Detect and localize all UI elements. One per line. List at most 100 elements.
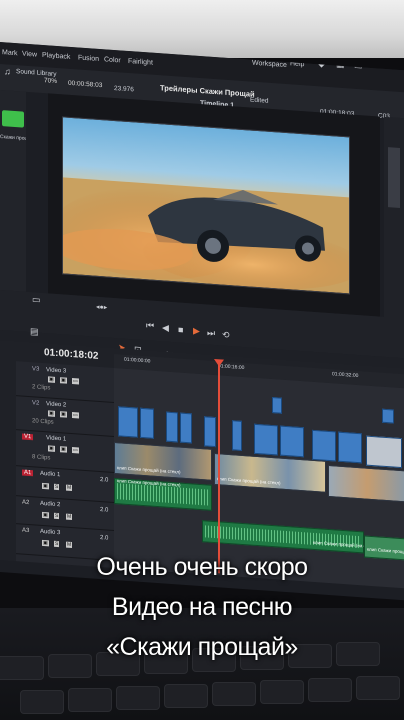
enable-track-icon[interactable]: ▭ — [72, 378, 79, 385]
menu-mark[interactable]: Mark — [2, 49, 18, 57]
menu-fairlight[interactable]: Fairlight — [128, 58, 153, 67]
lock-track-icon[interactable]: ▣ — [48, 376, 55, 383]
edited-label: Edited — [250, 96, 269, 105]
timeline-audio-clip[interactable]: клип Скажи прощай (на стекл) — [114, 477, 212, 511]
menu-fusion[interactable]: Fusion — [78, 54, 99, 62]
sound-library-label[interactable]: Sound Library — [16, 68, 56, 78]
mute-icon[interactable]: M — [66, 541, 73, 549]
playhead[interactable] — [218, 363, 220, 574]
keyboard-key — [308, 678, 352, 702]
menu-playback[interactable]: Playback — [42, 52, 70, 61]
timeline-clip[interactable] — [338, 431, 362, 464]
auto-select-icon[interactable]: ▣ — [60, 446, 67, 453]
keyboard-key — [260, 680, 304, 704]
menu-workspace[interactable]: Workspace — [252, 60, 287, 69]
car-drift-frame — [62, 177, 350, 294]
track-level: 2.0 — [100, 506, 109, 514]
timeline-clip[interactable] — [280, 425, 304, 458]
lock-track-icon[interactable]: ▣ — [42, 511, 49, 519]
keyboard-key — [68, 688, 112, 712]
menu-help[interactable]: Help — [290, 60, 304, 68]
solo-icon[interactable]: S — [54, 483, 60, 491]
play-icon[interactable]: ▶ — [193, 325, 200, 336]
sound-library-icon[interactable]: ♫ — [4, 66, 11, 76]
ruler-mark-0: 01:00:00:00 — [124, 356, 151, 365]
timeline-clip[interactable] — [180, 412, 192, 444]
viewer-size-icon[interactable]: ▭ — [32, 294, 41, 306]
inspector-thumb[interactable] — [388, 147, 400, 208]
app-icon-4[interactable]: ⚙ — [372, 59, 380, 71]
timeline-timecode: 01:00:18:02 — [44, 347, 99, 362]
menu-color[interactable]: Color — [104, 56, 121, 64]
caption-line-3: «Скажи прощай» — [106, 633, 298, 661]
track-id[interactable]: V1 — [22, 433, 34, 441]
media-clip-label: Скажи прощай — [0, 134, 26, 142]
timeline-clip[interactable] — [118, 406, 138, 438]
lock-track-icon[interactable]: ▣ — [48, 445, 55, 452]
keyboard-key — [20, 690, 64, 714]
track-name: Video 2 — [46, 401, 67, 409]
auto-select-icon[interactable]: ▣ — [60, 377, 67, 384]
play-reverse-icon[interactable]: ◀ — [162, 322, 169, 333]
lock-track-icon[interactable]: ▣ — [42, 539, 49, 547]
track-level: 2.0 — [100, 534, 109, 542]
menu-view[interactable]: View — [22, 51, 37, 59]
timeline-clip[interactable] — [312, 429, 336, 462]
track-clip-count: 8 Clips — [32, 454, 51, 462]
source-timecode: 00:00:58:03 — [68, 79, 103, 90]
timeline-view-icon[interactable]: ▤ — [30, 326, 39, 338]
solo-icon[interactable]: S — [54, 512, 60, 520]
app-icon-2[interactable]: ▦ — [336, 58, 345, 70]
track-id: A3 — [22, 527, 30, 535]
timeline-clip[interactable] — [254, 423, 278, 456]
timeline-clip[interactable] — [140, 407, 154, 439]
playhead-handle[interactable] — [214, 358, 224, 367]
timeline-clip[interactable] — [382, 408, 394, 424]
timeline-clip[interactable] — [232, 420, 242, 451]
timeline-clip[interactable] — [204, 416, 216, 448]
app-icon-1[interactable]: ◆ — [318, 58, 325, 69]
track-clip-count: 20 Clips — [32, 418, 54, 426]
skip-forward-icon[interactable]: ⏭ — [207, 327, 215, 339]
timeline-video-clip[interactable]: клип Скажи прощай (на стекл) — [114, 441, 212, 481]
enable-track-icon[interactable]: ▭ — [72, 447, 79, 454]
zoom-level[interactable]: 70% — [44, 77, 57, 85]
track-name: Video 1 — [46, 435, 67, 443]
timeline-clip[interactable] — [166, 411, 178, 443]
clip-label: клип Скажи прощай (на стекл) — [117, 465, 181, 475]
stop-icon[interactable]: ■ — [178, 324, 183, 334]
track-name: Audio 2 — [40, 500, 61, 509]
timeline-clip[interactable] — [272, 397, 282, 414]
track-name: Audio 1 — [40, 470, 61, 479]
loop-icon[interactable]: ⟲ — [222, 330, 230, 342]
solo-icon[interactable]: S — [54, 540, 60, 548]
jog-icon[interactable]: ◂●▸ — [96, 303, 107, 312]
track-level: 2.0 — [100, 476, 109, 484]
timeline-clip[interactable] — [366, 435, 402, 469]
enable-track-icon[interactable]: ▭ — [72, 412, 79, 419]
timeline-area: 01:00:18:02 01:00:00:00 01:00:16:00 01:0… — [0, 340, 404, 589]
ruler-mark-2: 01:00:32:00 — [332, 371, 359, 380]
mute-icon[interactable]: M — [66, 484, 73, 492]
track-name: Video 3 — [46, 367, 67, 375]
caption-line-2: Видео на песню — [111, 593, 293, 621]
media-thumbnail[interactable] — [2, 110, 24, 128]
timeline-video-clip[interactable] — [328, 464, 404, 503]
lock-track-icon[interactable]: ▣ — [42, 482, 49, 490]
keyboard-key — [356, 676, 400, 700]
frame-rate: 23.976 — [114, 84, 134, 94]
skip-back-icon[interactable]: ⏮ — [146, 320, 154, 332]
auto-select-icon[interactable]: ▣ — [60, 411, 67, 418]
track-id: A2 — [22, 499, 30, 507]
keyboard-key — [116, 686, 160, 710]
app-icon-3[interactable]: ▣ — [354, 59, 363, 71]
timeline-video-clip[interactable]: клип Скажи прощай (на стекл) — [214, 452, 326, 493]
track-id[interactable]: A1 — [22, 469, 34, 477]
project-title: Трейлеры Скажи Прощай — [160, 83, 255, 99]
laptop-keyboard — [0, 608, 404, 720]
audio-waveform — [117, 483, 209, 506]
keyboard-key — [164, 684, 208, 708]
timeline-audio-clip[interactable]: клип Скажи прощай (на стекл).mp4 — [202, 520, 387, 554]
mute-icon[interactable]: M — [66, 513, 73, 521]
lock-track-icon[interactable]: ▣ — [48, 410, 55, 417]
